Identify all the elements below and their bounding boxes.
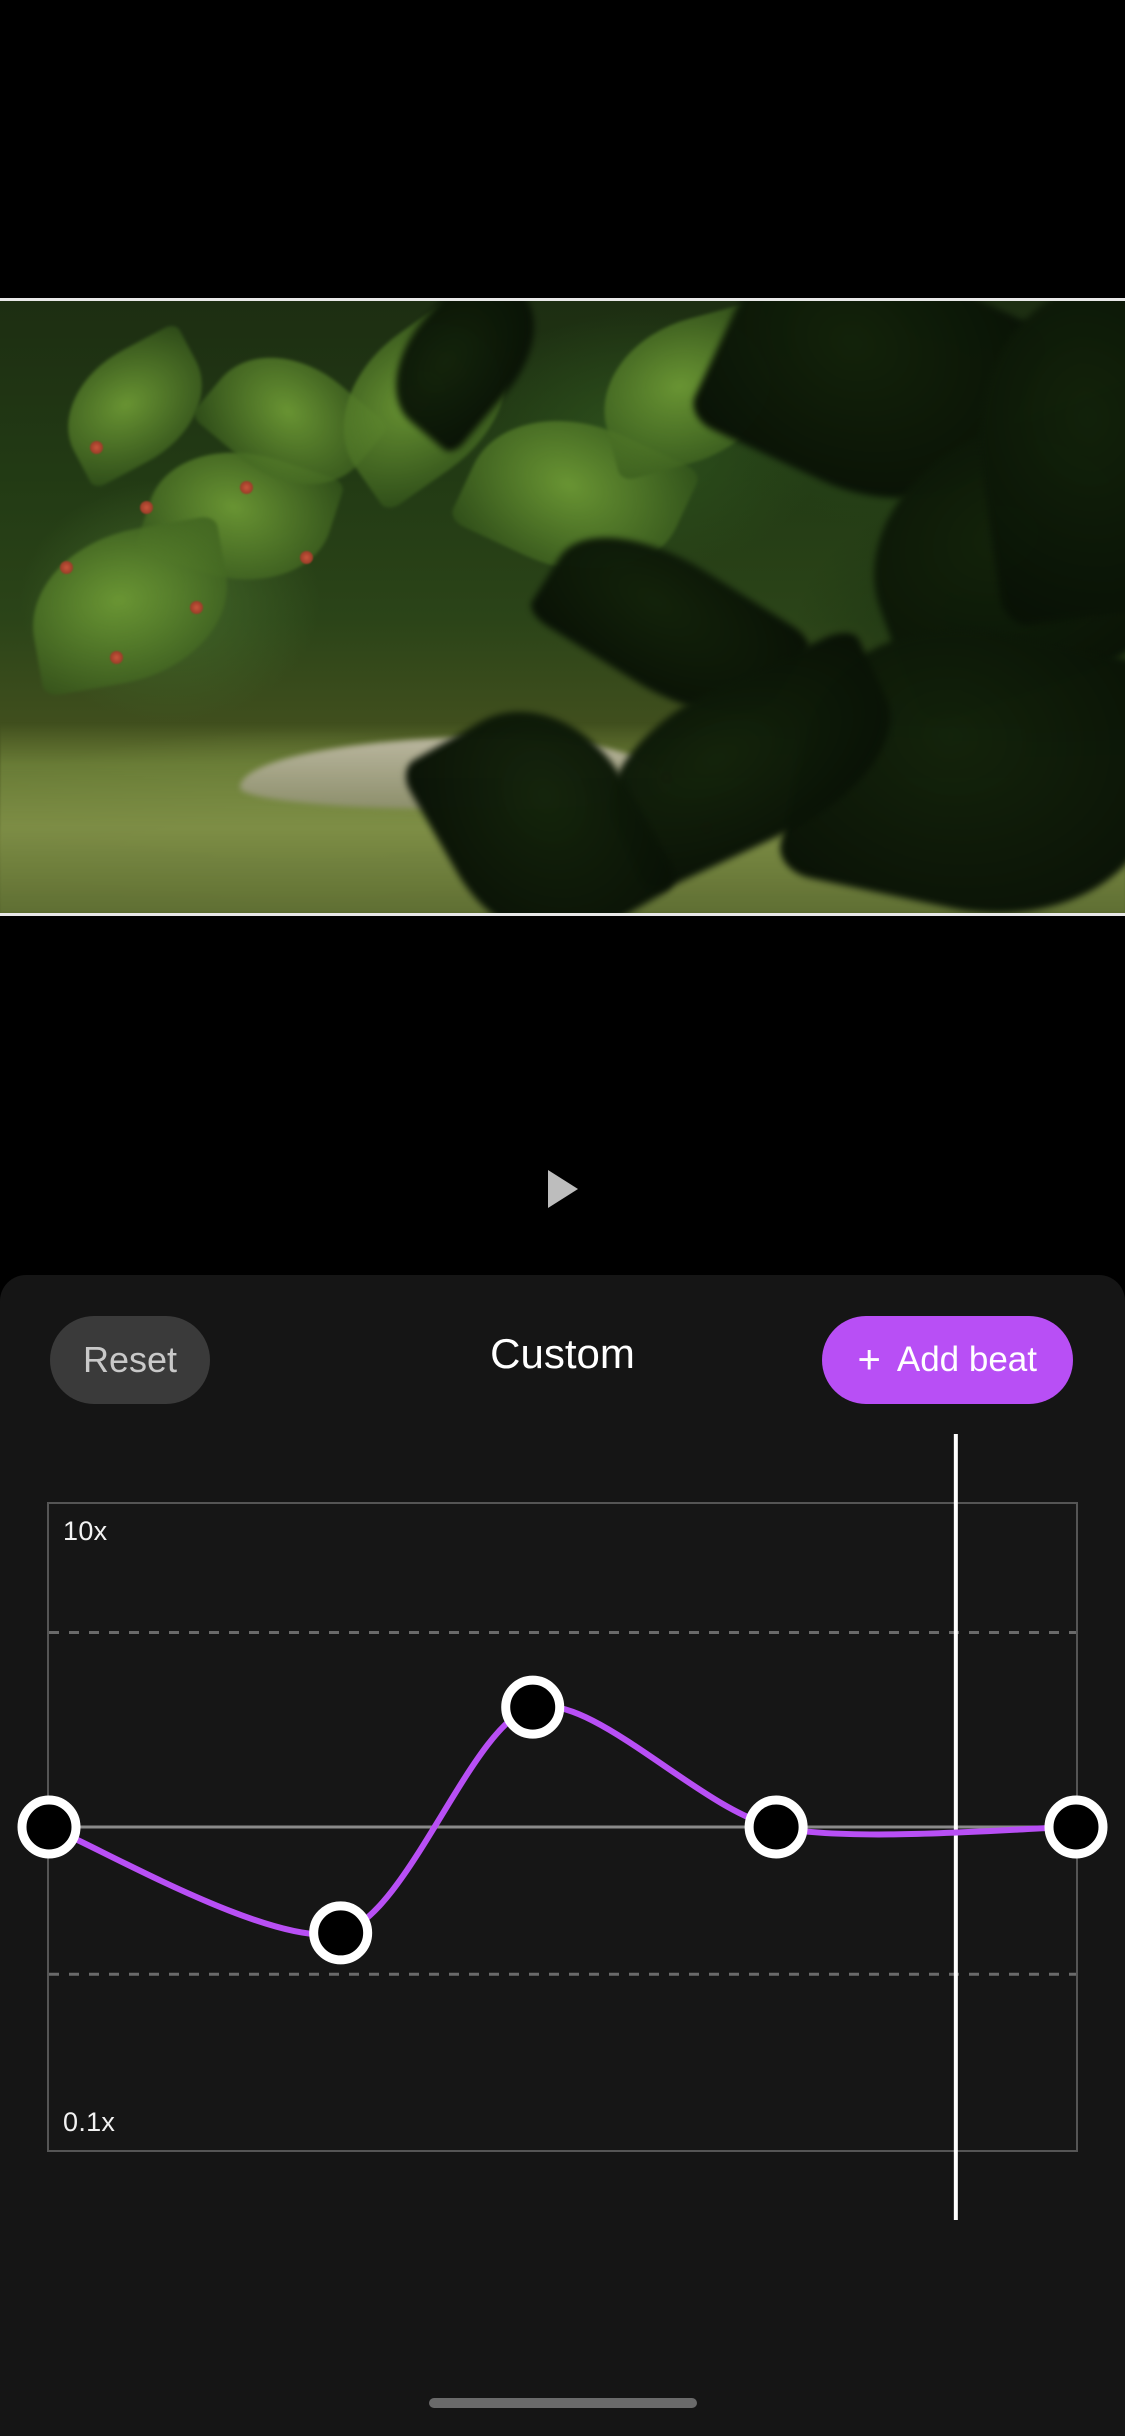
speed-curve-path — [46, 1702, 1079, 1938]
plus-icon: + — [857, 1338, 881, 1382]
add-beat-button[interactable]: + Add beat — [821, 1316, 1073, 1404]
play-button[interactable] — [0, 1170, 1125, 1208]
sheet-header: Reset Custom + Add beat — [0, 1316, 1125, 1404]
flower — [110, 651, 123, 664]
foliage — [18, 514, 242, 698]
add-beat-label: Add beat — [896, 1340, 1037, 1379]
flower — [190, 601, 203, 614]
speed-control-point-4[interactable] — [744, 1795, 808, 1859]
video-frame — [0, 301, 1125, 913]
app-root: Wondershare FilmoraGo ✕ Reset Custom + A… — [0, 0, 1125, 2436]
speed-control-point-1[interactable] — [17, 1795, 81, 1859]
gridlines — [49, 1631, 1076, 1976]
flower — [60, 561, 73, 574]
control-point-group[interactable] — [17, 1675, 1108, 1965]
speed-curve-svg — [17, 1434, 1108, 2220]
speed-editor-sheet: Reset Custom + Add beat 10x 0.1x — [0, 1275, 1125, 2436]
home-indicator — [428, 2398, 697, 2408]
flower — [240, 481, 253, 494]
play-icon — [547, 1170, 578, 1208]
speed-control-point-5[interactable] — [1044, 1795, 1108, 1859]
speed-control-point-3[interactable] — [501, 1675, 565, 1739]
video-preview[interactable]: Wondershare FilmoraGo ✕ — [0, 298, 1125, 916]
speed-curve-graph[interactable]: 10x 0.1x — [17, 1434, 1108, 2220]
speed-control-point-2[interactable] — [309, 1901, 373, 1965]
flower — [300, 551, 313, 564]
flower — [90, 441, 103, 454]
flower — [140, 501, 153, 514]
